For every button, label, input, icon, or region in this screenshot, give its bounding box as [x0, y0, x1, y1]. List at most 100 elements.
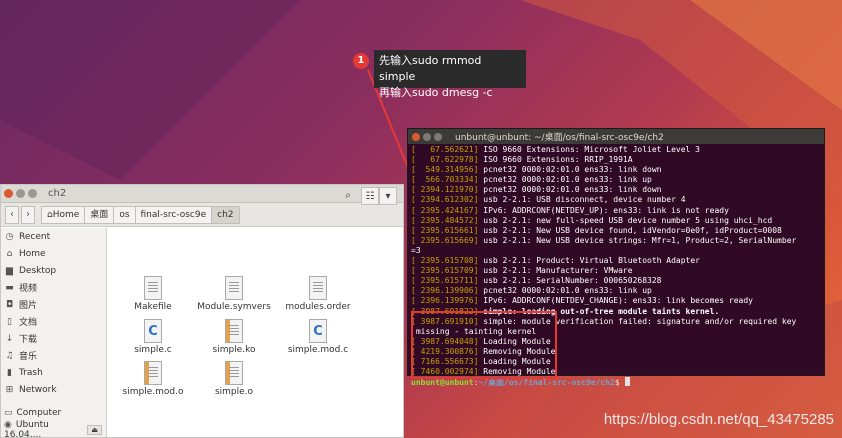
terminal-line: [ 2394.612302] usb 2-2.1: USB disconnect…	[411, 195, 821, 205]
breadcrumb-home[interactable]: ⌂Home	[41, 205, 86, 224]
file-item[interactable]: Module.symvers	[194, 276, 274, 312]
file-icon	[225, 276, 243, 300]
sidebar-device-1[interactable]: ◉ Ubuntu 16.04.... ⏏	[1, 419, 106, 438]
log-message: ISO 9660 Extensions: Microsoft Joliet Le…	[478, 145, 700, 154]
sidebar-device-label: Computer	[16, 407, 62, 418]
forward-button[interactable]: ›	[21, 205, 35, 224]
sidebar-item-视频[interactable]: ▬ 视频	[1, 279, 106, 296]
annotation-note: 先输入sudo rmmod simple 再输入sudo dmesg -c	[374, 50, 526, 99]
maximize-icon[interactable]	[434, 132, 442, 141]
log-timestamp: [ 2395.424167]	[411, 205, 479, 215]
terminal-line: =3	[411, 246, 821, 256]
file-item[interactable]: simple.mod.c	[278, 319, 358, 355]
terminal-line: [ 2396.139976] IPv6: ADDRCONF(NETDEV_CHA…	[411, 296, 821, 306]
picture-icon: ◘	[5, 299, 14, 310]
sidebar-item-label: 视频	[19, 284, 38, 294]
sidebar-item-label: 下载	[19, 335, 38, 345]
video-icon: ▬	[5, 282, 14, 293]
log-message: usb 2-2.1: New USB device strings: Mfr=1…	[478, 235, 797, 245]
sidebar-item-label: Home	[19, 248, 46, 259]
log-timestamp: [ 2394.612302]	[411, 195, 479, 205]
log-message: usb 2-2.1: SerialNumber: 000650268328	[478, 276, 662, 286]
sidebar-item-trash[interactable]: ▮ Trash	[1, 364, 106, 381]
sidebar-item-network[interactable]: ⊞ Network	[1, 381, 106, 398]
close-icon[interactable]	[412, 132, 420, 141]
breadcrumb-ch2[interactable]: ch2	[211, 205, 240, 224]
eject-icon[interactable]: ⏏	[87, 424, 102, 435]
music-icon: ♫	[5, 350, 14, 361]
log-timestamp: [ 2395.615711]	[411, 276, 479, 286]
sidebar-item-label: Desktop	[19, 265, 57, 276]
minimize-icon[interactable]	[423, 132, 431, 141]
disc-icon: ◉	[4, 419, 12, 430]
sidebar-item-recent[interactable]: ◷ Recent	[1, 228, 106, 245]
file-item[interactable]: simple.mod.o	[113, 361, 193, 397]
annotation-line-1: 先输入sudo rmmod simple	[379, 54, 482, 83]
file-name: Makefile	[134, 302, 172, 312]
sidebar-device-0[interactable]: ▭ Computer	[1, 404, 106, 421]
search-icon[interactable]: ⌕	[339, 187, 357, 205]
log-timestamp: [ 2396.139906]	[411, 286, 479, 296]
file-icon	[225, 361, 243, 385]
file-item[interactable]: simple.o	[194, 361, 274, 397]
terminal-line: [ 2395.484572] usb 2-2.1: new full-speed…	[411, 216, 821, 226]
file-item[interactable]: simple.ko	[194, 319, 274, 355]
prompt-path: ~/桌面/os/final-src-osc9e/ch2	[478, 378, 615, 388]
home-icon: ⌂	[6, 248, 13, 259]
breadcrumb-final-src[interactable]: final-src-osc9e	[134, 205, 213, 224]
terminal-line: [ 2395.615708] usb 2-2.1: Product: Virtu…	[411, 256, 821, 266]
file-item[interactable]: Makefile	[113, 276, 193, 312]
download-icon: ↓	[5, 333, 14, 344]
sidebar-item-label: 音乐	[19, 352, 38, 362]
trash-icon: ▮	[7, 367, 12, 378]
sidebar: ◷ Recent ⌂ Home ▆ Desktop ▬ 视频 ◘ 图片 ▯ 文档 ↓ 下载 ♫ 音乐 ▮ Tras…	[1, 228, 107, 438]
terminal-line: [ 2395.615709] usb 2-2.1: Manufacturer: …	[411, 266, 821, 276]
annotation-line-2: 再输入sudo dmesg -c	[379, 86, 493, 99]
log-timestamp: [ 2395.615709]	[411, 266, 479, 276]
log-message: usb 2-2.1: Manufacturer: VMware	[478, 266, 633, 276]
breadcrumb-desktop[interactable]: 桌面	[84, 205, 115, 224]
annotation-badge: 1	[353, 53, 369, 69]
minimize-icon[interactable]	[16, 189, 25, 198]
sidebar-item-下载[interactable]: ↓ 下载	[1, 330, 106, 347]
close-icon[interactable]	[4, 189, 13, 198]
back-button[interactable]: ‹	[5, 205, 19, 224]
log-message: pcnet32 0000:02:01.0 ens33: link up	[478, 286, 652, 296]
sidebar-item-label: Recent	[19, 231, 51, 242]
terminal-line: [ 2395.424167] IPv6: ADDRCONF(NETDEV_UP)…	[411, 206, 821, 216]
terminal-line: [ 67.562621] ISO 9660 Extensions: Micros…	[411, 145, 821, 155]
log-message: ISO 9660 Extensions: RRIP_1991A	[478, 155, 633, 165]
sidebar-item-home[interactable]: ⌂ Home	[1, 245, 106, 262]
log-timestamp: [ 2396.139976]	[411, 296, 479, 306]
file-icon	[225, 319, 243, 343]
file-name: modules.order	[285, 302, 351, 312]
file-name: simple.ko	[212, 345, 256, 355]
log-timestamp: [ 2395.615669]	[411, 235, 479, 245]
view-options-icon[interactable]: ▾	[379, 187, 397, 205]
terminal-titlebar[interactable]: unbunt@unbunt: ~/桌面/os/final-src-osc9e/c…	[408, 129, 824, 144]
terminal-line: [ 2395.615669] usb 2-2.1: New USB device…	[411, 236, 821, 246]
file-manager-window: ch2 ‹ › ⌂Home 桌面 os final-src-osc9e ch2 …	[0, 184, 404, 438]
file-icon	[309, 276, 327, 300]
file-item[interactable]: simple.c	[113, 319, 193, 355]
log-message: usb 2-2.1: USB disconnect, device number…	[478, 195, 686, 205]
maximize-icon[interactable]	[28, 189, 37, 198]
c-source-file-icon	[309, 319, 327, 343]
sidebar-item-文档[interactable]: ▯ 文档	[1, 313, 106, 330]
sidebar-item-音乐[interactable]: ♫ 音乐	[1, 347, 106, 364]
desktop-icon: ▆	[6, 265, 13, 276]
sidebar-item-图片[interactable]: ◘ 图片	[1, 296, 106, 313]
terminal-line: [ 67.622978] ISO 9660 Extensions: RRIP_1…	[411, 155, 821, 165]
document-icon: ▯	[7, 316, 12, 327]
file-icon	[144, 361, 162, 385]
prompt-end: $	[614, 378, 625, 388]
sidebar-item-label: Trash	[19, 367, 43, 378]
breadcrumb-os[interactable]: os	[113, 205, 136, 224]
log-message: IPv6: ADDRCONF(NETDEV_CHANGE): ens33: li…	[478, 296, 753, 306]
sidebar-item-desktop[interactable]: ▆ Desktop	[1, 262, 106, 279]
log-timestamp: [ 2394.121970]	[411, 185, 479, 195]
terminal-line: [ 2395.615661] usb 2-2.1: New USB device…	[411, 226, 821, 236]
file-item[interactable]: modules.order	[278, 276, 358, 312]
view-list-icon[interactable]: ☷	[361, 187, 379, 205]
log-timestamp: [ 67.622978]	[411, 155, 479, 165]
